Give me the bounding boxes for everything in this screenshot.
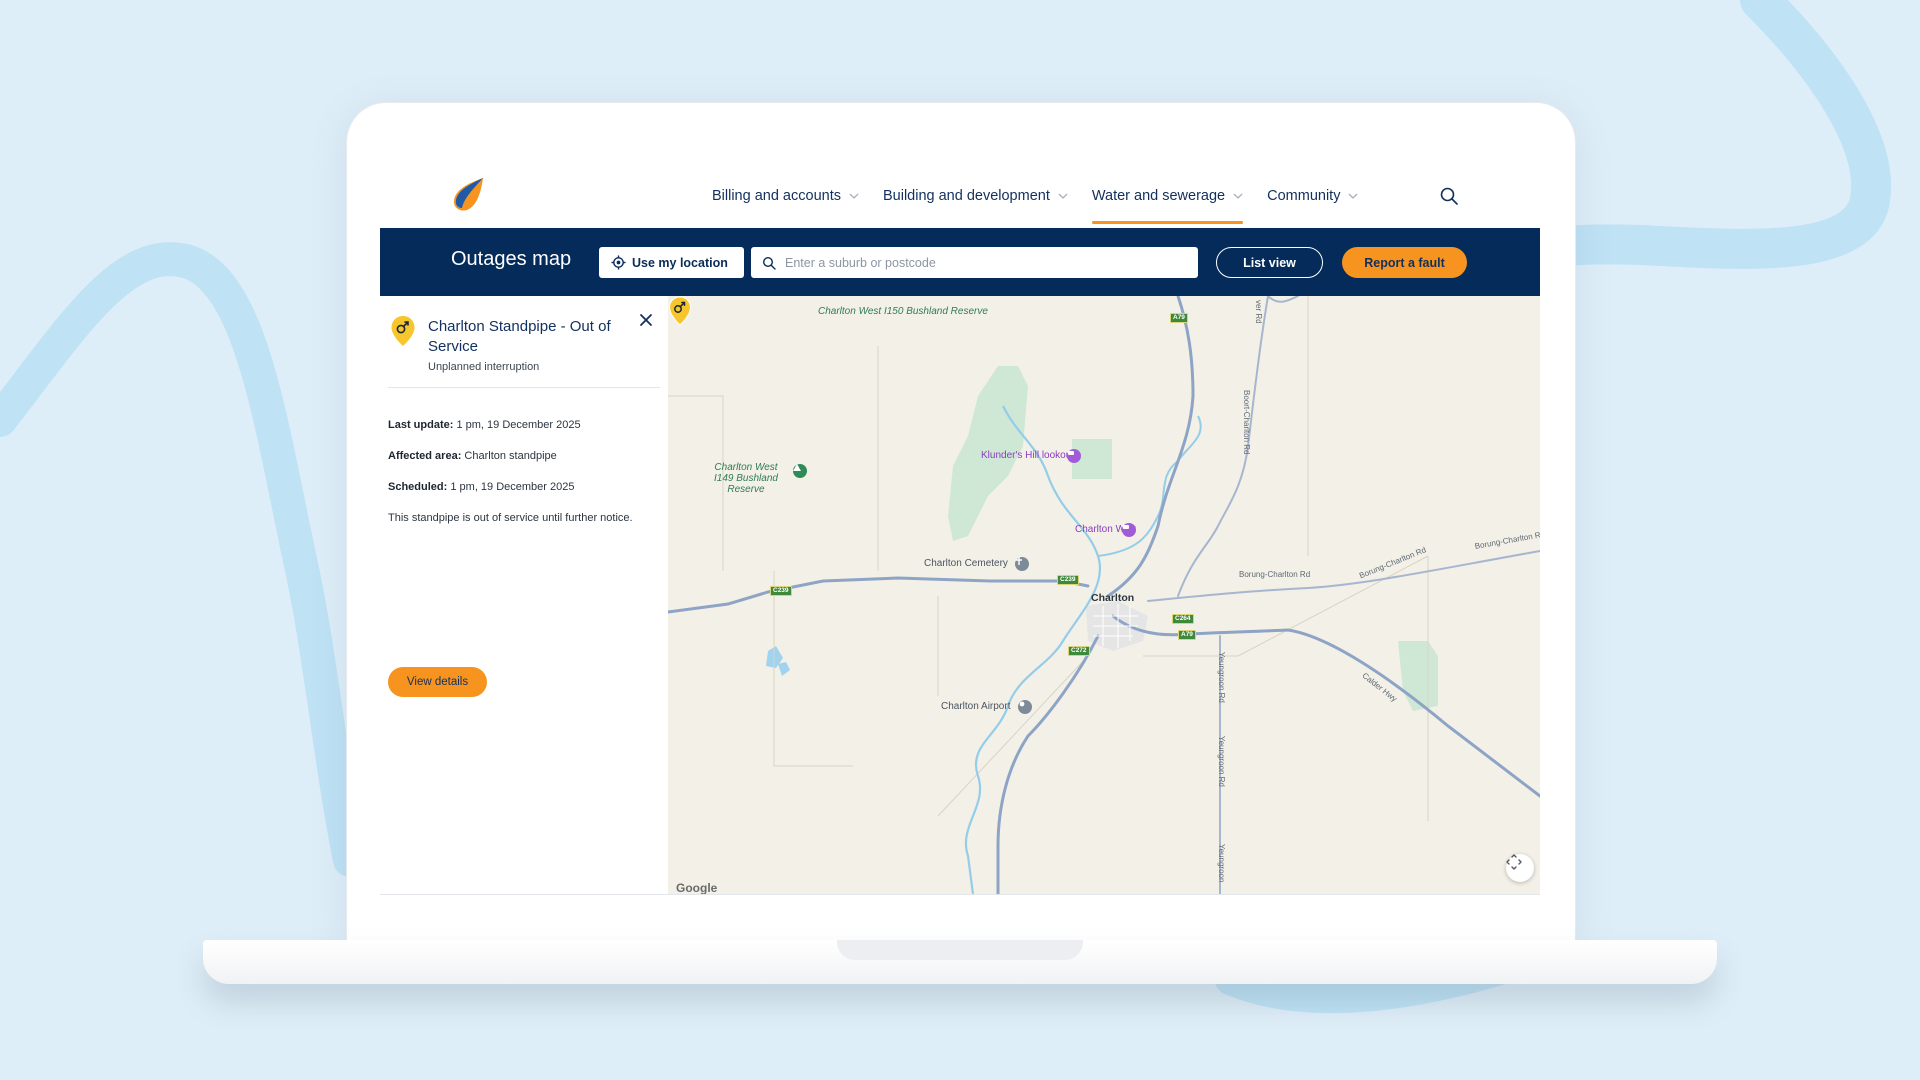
nav-item-label: Billing and accounts bbox=[712, 188, 841, 204]
nav-item-water[interactable]: Water and sewerage bbox=[1091, 174, 1244, 224]
field-boundaries bbox=[668, 296, 1429, 821]
main-navigation: Billing and accounts Building and develo… bbox=[712, 174, 1382, 224]
route-shield: A79 bbox=[1170, 313, 1188, 323]
outage-type: Unplanned interruption bbox=[428, 361, 540, 373]
route-shield: C239 bbox=[770, 586, 792, 596]
view-details-button[interactable]: View details bbox=[388, 667, 487, 697]
park-poi-icon bbox=[793, 464, 807, 478]
list-view-button[interactable]: List view bbox=[1216, 247, 1323, 278]
road-label-yeungroon-1: Yeungroon Rd bbox=[1217, 652, 1226, 703]
panel-divider bbox=[388, 387, 660, 388]
map-label-lookout: Klunder's Hill lookout bbox=[981, 450, 1075, 461]
outage-pin-icon bbox=[391, 316, 415, 346]
cemetery-poi-icon bbox=[1015, 557, 1029, 571]
chevron-down-icon bbox=[849, 193, 859, 199]
affected-area-value: Charlton standpipe bbox=[464, 450, 557, 462]
outages-map[interactable]: Charlton West I150 Bushland Reserve Char… bbox=[668, 296, 1540, 894]
chevron-down-icon bbox=[1233, 193, 1243, 199]
road-label-top: ver Rd bbox=[1254, 300, 1263, 324]
outage-marker-icon[interactable] bbox=[668, 296, 692, 326]
outage-title: Charlton Standpipe - Out of Service bbox=[428, 318, 611, 355]
nav-item-label: Community bbox=[1267, 188, 1341, 204]
outage-detail-panel: Charlton Standpipe - Out of Service Unpl… bbox=[380, 296, 668, 894]
road-label-borung-1: Borung-Charlton Rd bbox=[1239, 570, 1311, 579]
affected-area-label: Affected area: bbox=[388, 450, 462, 462]
nav-item-billing[interactable]: Billing and accounts bbox=[712, 174, 859, 218]
suburb-search-field[interactable] bbox=[751, 247, 1198, 278]
road-label-yeungroon-2: Yeungroon Rd bbox=[1217, 736, 1226, 787]
route-shield: A79 bbox=[1178, 630, 1196, 640]
lake bbox=[778, 662, 790, 676]
laptop-notch bbox=[837, 940, 1083, 960]
map-label-town: Charlton bbox=[1091, 592, 1135, 604]
outage-description: This standpipe is out of service until f… bbox=[388, 512, 633, 524]
search-icon bbox=[762, 256, 776, 270]
close-icon[interactable] bbox=[638, 312, 654, 328]
nav-item-label: Building and development bbox=[882, 188, 1050, 204]
last-update-row: Last update: 1 pm, 19 December 2025 bbox=[388, 419, 581, 431]
outages-toolbar: Outages map Use my location List view Re… bbox=[380, 228, 1540, 296]
page-title: Outages map bbox=[451, 248, 572, 270]
nav-item-label: Water and sewerage bbox=[1091, 188, 1226, 204]
chevron-down-icon bbox=[1058, 193, 1068, 199]
scheduled-value: 1 pm, 19 December 2025 bbox=[450, 481, 575, 493]
scheduled-row: Scheduled: 1 pm, 19 December 2025 bbox=[388, 481, 575, 493]
nav-item-community[interactable]: Community bbox=[1267, 174, 1358, 218]
last-update-label: Last update: bbox=[388, 419, 454, 431]
website-screen: Billing and accounts Building and develo… bbox=[380, 140, 1540, 895]
road-label-boort: Boort-Charlton Rd bbox=[1242, 390, 1251, 455]
water-drop-logo-icon[interactable] bbox=[450, 176, 488, 212]
airport-poi-icon bbox=[1018, 700, 1032, 714]
use-my-location-label: Use my location bbox=[632, 255, 728, 270]
search-icon[interactable] bbox=[1439, 186, 1459, 206]
use-my-location-button[interactable]: Use my location bbox=[599, 247, 744, 278]
report-fault-button[interactable]: Report a fault bbox=[1342, 247, 1467, 278]
map-label-cemetery: Charlton Cemetery bbox=[924, 558, 1008, 569]
route-shield: C272 bbox=[1068, 646, 1090, 656]
route-shield: C239 bbox=[1057, 575, 1079, 585]
map-label-airport: Charlton Airport bbox=[941, 701, 1011, 712]
scheduled-label: Scheduled: bbox=[388, 481, 448, 493]
road-label-yeungroon-3: Yeungroon bbox=[1217, 844, 1226, 883]
map-label-reserve-150: Charlton West I150 Bushland Reserve bbox=[818, 306, 988, 317]
crosshair-icon bbox=[611, 255, 626, 270]
lookout-poi-icon bbox=[1067, 449, 1081, 463]
minor-roads bbox=[1147, 296, 1540, 894]
nav-item-building[interactable]: Building and development bbox=[883, 174, 1068, 218]
fullscreen-icon bbox=[1506, 854, 1522, 870]
chevron-down-icon bbox=[1348, 193, 1358, 199]
weir-poi-icon bbox=[1122, 523, 1136, 537]
affected-area-row: Affected area: Charlton standpipe bbox=[388, 450, 557, 462]
route-shield: C264 bbox=[1172, 614, 1194, 624]
map-attribution: Google bbox=[676, 881, 718, 894]
map-label-reserve-149: Charlton West I149 Bushland Reserve bbox=[714, 462, 778, 495]
fullscreen-button[interactable] bbox=[1506, 854, 1534, 882]
last-update-value: 1 pm, 19 December 2025 bbox=[456, 419, 581, 431]
suburb-search-input[interactable] bbox=[783, 254, 1187, 271]
